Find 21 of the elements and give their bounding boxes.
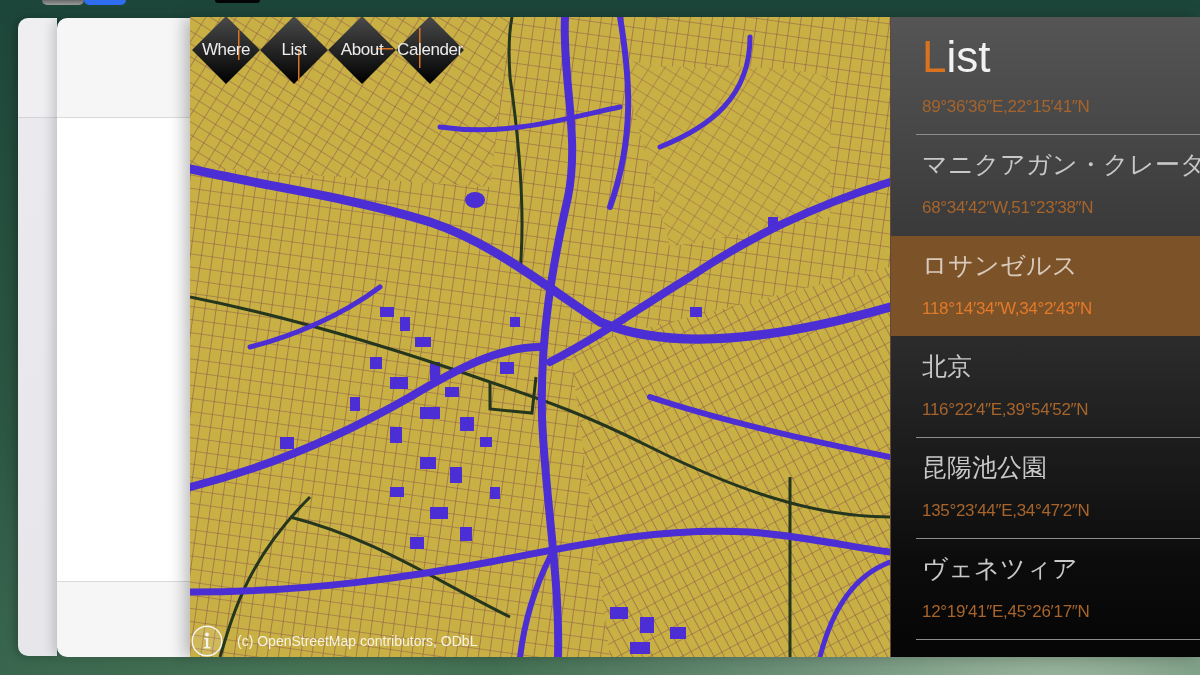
info-icon[interactable]: [191, 625, 223, 657]
place-coordinates: 118°14′34″W,34°2′43″N: [922, 298, 1093, 320]
place-coordinates: 12°19′41″E,45°26′17″N: [922, 601, 1091, 623]
place-coordinates: 116°22′4″E,39°54′52″N: [922, 399, 1090, 421]
place-name: ヴェネツィア: [922, 553, 1079, 584]
app-icon[interactable]: [42, 0, 84, 5]
list-title: List: [921, 31, 992, 83]
place-name: 北京: [922, 351, 973, 382]
place-coordinates: 89°36′36″E,22°15′41″N: [922, 96, 1091, 118]
map-drawing[interactable]: [190, 17, 890, 657]
place-coordinates: 135°23′44″E,34°47′2″N: [922, 500, 1091, 522]
attribution-text: (c) OpenStreetMap contributors, ODbL: [237, 632, 478, 650]
app-icon[interactable]: [84, 0, 126, 5]
place-name: 昆陽池公園: [922, 452, 1048, 483]
list-item[interactable]: 昆陽池公園 135°23′44″E,34°47′2″N: [891, 438, 1200, 538]
place-coordinates: 68°34′42″W,51°23′38″N: [922, 197, 1095, 219]
list-item[interactable]: ロサンゼルス 118°14′34″W,34°2′43″N: [891, 236, 1200, 336]
place-name: ロサンゼルス: [922, 250, 1079, 281]
list-item[interactable]: ヴェネツィア 12°19′41″E,45°26′17″N: [891, 539, 1200, 639]
app-window-card[interactable]: [18, 18, 57, 656]
list-item[interactable]: 北京 116°22′4″E,39°54′52″N: [891, 337, 1200, 437]
